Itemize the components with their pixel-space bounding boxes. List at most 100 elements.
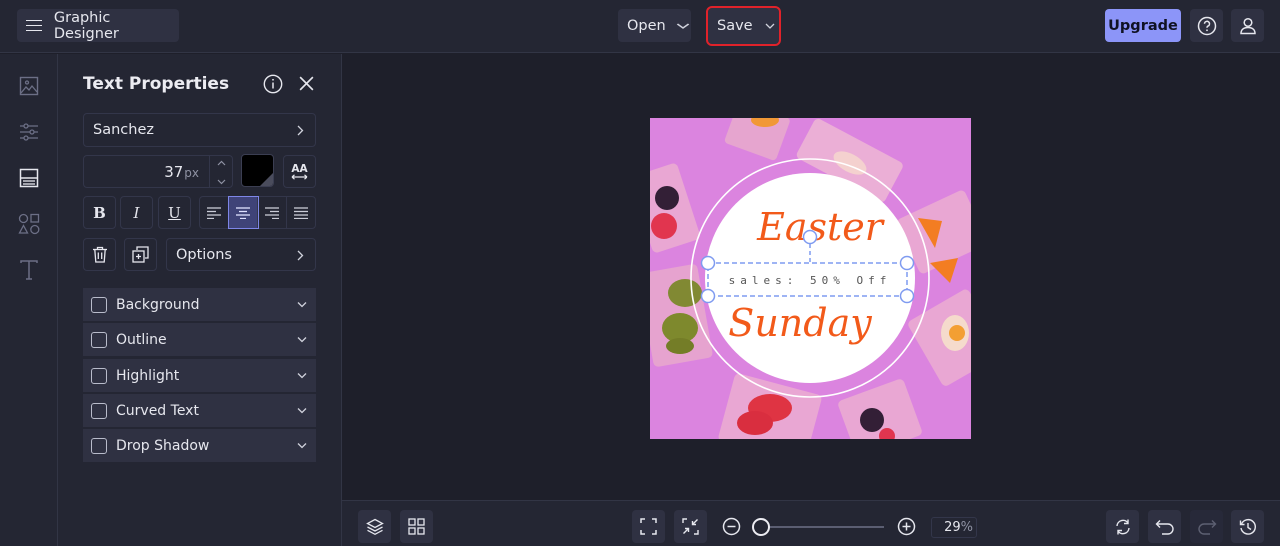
bottom-toolbar <box>342 500 1280 546</box>
font-size-unit: px <box>184 166 199 180</box>
resize-handle-tl[interactable] <box>700 255 716 271</box>
fit-screen-icon <box>640 518 657 535</box>
selected-text[interactable]: sales: 50% Off <box>729 274 892 287</box>
font-size-input[interactable]: 37px <box>83 155 233 188</box>
rail-item-shapes[interactable] <box>17 212 41 236</box>
resize-handle-bl[interactable] <box>700 288 716 304</box>
question-circle-icon <box>1197 16 1216 35</box>
resize-handle-br[interactable] <box>899 288 915 304</box>
headline-top[interactable]: Easter <box>756 205 886 249</box>
sliders-icon <box>20 123 38 141</box>
italic-icon: I <box>133 203 140 222</box>
letter-spacing-icon: AA <box>291 163 308 180</box>
duplicate-icon <box>132 246 149 263</box>
chevron-down-icon <box>297 443 307 449</box>
accordion-label: Drop Shadow <box>116 437 210 454</box>
font-family-select[interactable]: Sanchez <box>83 113 316 147</box>
chevron-down-icon <box>297 302 307 308</box>
accordion-drop-shadow[interactable]: Drop Shadow <box>83 429 316 462</box>
rotate-handle[interactable] <box>802 229 818 245</box>
align-right-icon <box>265 206 279 219</box>
redo-icon <box>1197 519 1216 535</box>
chevron-down-icon <box>765 23 775 29</box>
chevron-down-icon <box>297 408 307 414</box>
shapes-icon <box>18 213 40 235</box>
duplicate-button[interactable] <box>124 238 157 271</box>
design-graphic: Easter Sunday sales: 50% Off <box>650 118 971 439</box>
bold-button[interactable]: B <box>83 196 116 229</box>
refresh-icon <box>1115 519 1130 534</box>
refresh-button[interactable] <box>1106 510 1139 543</box>
font-size-value: 37 <box>164 163 184 181</box>
zoom-slider-track[interactable] <box>754 526 884 528</box>
rail-item-layout[interactable] <box>17 166 41 190</box>
align-left-button[interactable] <box>200 197 229 228</box>
shrink-icon <box>682 518 699 535</box>
grid-button[interactable] <box>400 510 433 543</box>
drop-shadow-checkbox[interactable] <box>91 437 107 454</box>
accordion-highlight[interactable]: Highlight <box>83 359 316 392</box>
history-icon <box>1239 518 1256 535</box>
underline-button[interactable]: U <box>158 196 191 229</box>
save-button[interactable]: Save <box>706 6 781 46</box>
rail-item-adjustments[interactable] <box>17 120 41 144</box>
align-center-icon <box>236 206 250 219</box>
align-center-button[interactable] <box>228 196 259 229</box>
accordion-outline[interactable]: Outline <box>83 323 316 356</box>
curved-text-checkbox[interactable] <box>91 402 107 419</box>
delete-button[interactable] <box>83 238 116 271</box>
align-left-icon <box>207 206 221 219</box>
layout-icon <box>19 168 39 188</box>
upgrade-button[interactable]: Upgrade <box>1105 9 1181 42</box>
zoom-out-icon[interactable] <box>722 517 741 536</box>
user-icon <box>1239 17 1256 34</box>
grid-icon <box>408 518 425 535</box>
font-size-stepper[interactable] <box>209 156 232 187</box>
letter-spacing-button[interactable]: AA <box>283 155 316 188</box>
accordion-label: Outline <box>116 331 167 348</box>
background-checkbox[interactable] <box>91 296 107 313</box>
rail-item-text[interactable] <box>17 258 41 282</box>
italic-button[interactable]: I <box>120 196 153 229</box>
layers-button[interactable] <box>358 510 391 543</box>
hamburger-icon <box>26 19 42 32</box>
undo-button[interactable] <box>1148 510 1181 543</box>
rail-item-images[interactable] <box>17 74 41 98</box>
align-right-button[interactable] <box>258 197 287 228</box>
zoom-in-icon[interactable] <box>897 517 916 536</box>
text-color-swatch[interactable] <box>241 154 274 187</box>
info-icon[interactable] <box>263 74 283 94</box>
app-title: Graphic Designer <box>53 9 119 42</box>
open-button[interactable]: Open <box>618 9 691 42</box>
zoom-slider-thumb[interactable] <box>751 518 770 536</box>
help-button[interactable] <box>1190 9 1223 42</box>
artboard[interactable]: Easter Sunday sales: 50% Off <box>650 118 971 439</box>
redo-button[interactable] <box>1190 510 1223 543</box>
chevron-up-icon[interactable] <box>210 156 233 171</box>
chevron-right-icon <box>297 125 304 136</box>
highlight-checkbox[interactable] <box>91 367 107 384</box>
chevron-down-icon[interactable] <box>210 175 233 190</box>
close-icon[interactable] <box>298 75 315 92</box>
fit-screen-button[interactable] <box>632 510 665 543</box>
options-button[interactable]: Options <box>166 238 316 271</box>
trash-icon <box>92 246 107 263</box>
chevron-down-icon <box>297 337 307 343</box>
accordion-curved-text[interactable]: Curved Text <box>83 394 316 427</box>
image-icon <box>19 76 39 96</box>
user-button[interactable] <box>1231 9 1264 42</box>
resize-handle-tr[interactable] <box>899 255 915 271</box>
zoom-percent-unit: % <box>960 520 973 535</box>
outline-checkbox[interactable] <box>91 331 107 348</box>
headline-bottom[interactable]: Sunday <box>728 301 872 345</box>
accordion-background[interactable]: Background <box>83 288 316 321</box>
font-name: Sanchez <box>93 122 154 138</box>
chevron-right-icon <box>297 250 304 261</box>
align-justify-button[interactable] <box>287 197 315 228</box>
shrink-button[interactable] <box>674 510 707 543</box>
zoom-percent-input[interactable]: 29% <box>931 517 977 538</box>
text-icon <box>20 260 38 280</box>
history-button[interactable] <box>1231 510 1264 543</box>
app-menu-button[interactable]: Graphic Designer <box>17 9 179 42</box>
underline-icon: U <box>168 203 181 222</box>
